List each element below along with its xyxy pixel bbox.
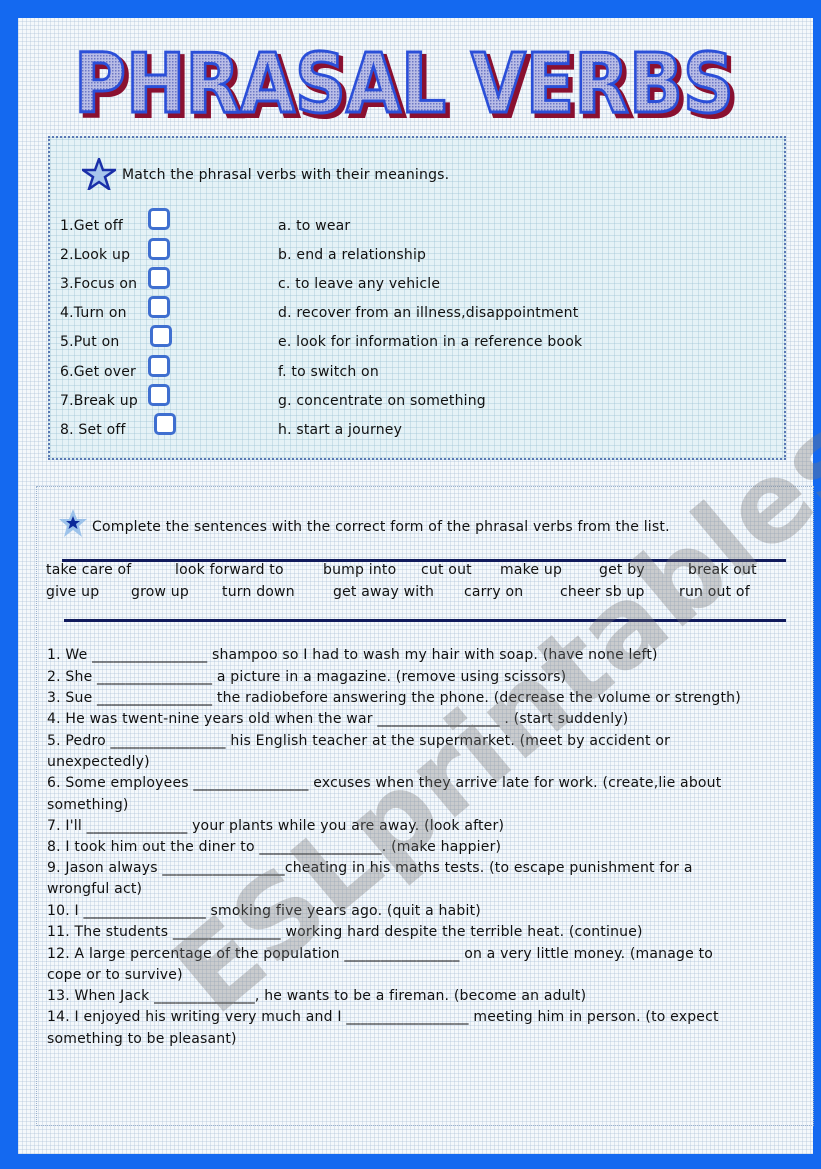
word-bank-item: give up (46, 584, 100, 600)
meaning-item: a. to wear (278, 218, 351, 234)
word-bank-item: look forward to (175, 562, 284, 578)
sentence-line: 8. I took him out the diner to _________… (47, 839, 502, 855)
verb-item: 3.Focus on (60, 276, 138, 292)
answer-box-4[interactable] (148, 296, 170, 318)
word-bank-item: carry on (464, 584, 524, 600)
word-bank-item: grow up (131, 584, 189, 600)
sentence-line: 10. I _________________ smoking five yea… (47, 903, 481, 919)
worksheet-title: PHRASAL VERBS PHRASAL VERBS (64, 36, 744, 139)
word-bank-item: make up (500, 562, 563, 578)
sentence-line: 14. I enjoyed his writing very much and … (47, 1009, 719, 1025)
word-bank-bottom-rule (64, 619, 786, 622)
star-icon (59, 509, 87, 537)
meaning-item: b. end a relationship (278, 247, 427, 263)
sentence-line: 9. Jason always _________________cheatin… (47, 860, 693, 876)
verb-item: 4.Turn on (60, 305, 127, 321)
verb-item: 6.Get over (60, 364, 136, 380)
sentence-line: unexpectedly) (47, 754, 150, 770)
meaning-item: g. concentrate on something (278, 393, 486, 409)
verb-item: 7.Break up (60, 393, 138, 409)
word-bank-item: take care of (46, 562, 132, 578)
verb-item: 8. Set off (60, 422, 126, 438)
word-bank-item: cheer sb up (560, 584, 645, 600)
verb-item: 1.Get off (60, 218, 123, 234)
word-bank-item: turn down (222, 584, 295, 600)
sentence-line: 13. When Jack ______________, he wants t… (47, 988, 587, 1004)
answer-box-1[interactable] (148, 208, 170, 230)
sentence-line: 2. She ________________ a picture in a m… (47, 669, 567, 685)
meaning-item: h. start a journey (278, 422, 403, 438)
sentence-line: 5. Pedro ________________ his English te… (47, 733, 671, 749)
sentence-line: wrongful act) (47, 881, 143, 897)
meaning-item: f. to switch on (278, 364, 379, 380)
answer-box-8[interactable] (154, 413, 176, 435)
word-bank-item: cut out (421, 562, 472, 578)
sentence-line: 11. The students _______________ working… (47, 924, 643, 940)
sentence-line: something) (47, 797, 129, 813)
word-bank-item: get away with (333, 584, 435, 600)
exercise-1-instruction: Match the phrasal verbs with their meani… (122, 167, 450, 183)
star-icon (82, 158, 116, 190)
sentence-line: 3. Sue ________________ the radiobefore … (47, 690, 741, 706)
answer-box-5[interactable] (150, 325, 172, 347)
sentence-line: 7. I'll ______________ your plants while… (47, 818, 505, 834)
answer-box-7[interactable] (148, 384, 170, 406)
sentence-line: 12. A large percentage of the population… (47, 946, 714, 962)
sentence-line: 6. Some employees ________________ excus… (47, 775, 722, 791)
exercise-2-instruction: Complete the sentences with the correct … (92, 519, 670, 535)
word-bank-item: run out of (679, 584, 750, 600)
exercise-2-box (36, 486, 814, 1126)
verb-item: 2.Look up (60, 247, 131, 263)
sentence-line: cope or to survive) (47, 967, 183, 983)
sentence-line: 1. We ________________ shampoo so I had … (47, 647, 658, 663)
answer-box-6[interactable] (148, 355, 170, 377)
meaning-item: e. look for information in a reference b… (278, 334, 583, 350)
sentence-line: 4. He was twent-nine years old when the … (47, 711, 629, 727)
sentence-line: something to be pleasant) (47, 1031, 237, 1047)
answer-box-3[interactable] (148, 267, 170, 289)
meaning-item: d. recover from an illness,disappointmen… (278, 305, 579, 321)
answer-box-2[interactable] (148, 238, 170, 260)
title-text: PHRASAL VERBS (74, 40, 734, 120)
word-bank-item: bump into (323, 562, 397, 578)
verb-item: 5.Put on (60, 334, 120, 350)
word-bank-item: get by (599, 562, 645, 578)
word-bank-item: break out (688, 562, 757, 578)
meaning-item: c. to leave any vehicle (278, 276, 441, 292)
